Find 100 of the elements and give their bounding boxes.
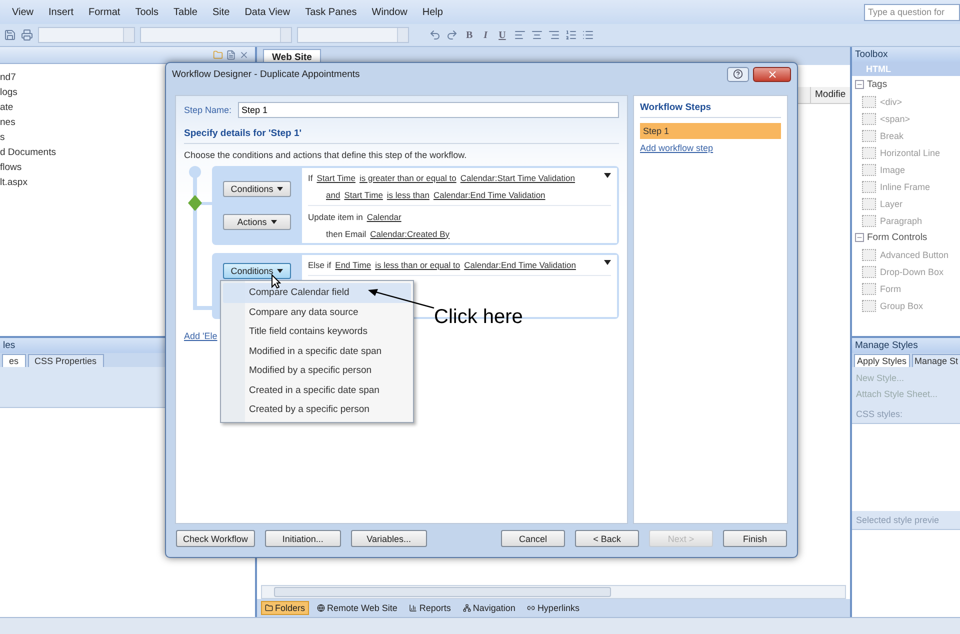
condition-link[interactable]: is less than [386,190,430,200]
conditions-dropdown-button[interactable]: Conditions [223,263,291,279]
folder-list-item[interactable]: nes [0,115,16,130]
view-tab[interactable]: Folders [261,601,310,615]
folder-list-item[interactable]: logs [0,85,18,100]
element-icon [862,96,876,108]
panel-title: Toolbox [852,47,960,62]
menu-item[interactable]: Compare any data source [223,302,411,322]
panel-title: Manage Styles [852,338,960,353]
view-tab[interactable]: Reports [405,601,455,615]
step-item[interactable]: Step 1 [640,123,781,139]
page-icon[interactable] [226,50,236,60]
menu-item[interactable]: Site [212,6,230,18]
conditions-dropdown-button[interactable]: Conditions [223,180,291,197]
rule-text: then Email [326,228,366,238]
horizontal-scrollbar[interactable] [261,585,846,599]
instructions-text: Choose the conditions and actions that define this step of the workflow. [184,150,468,160]
rule-text: Update item in [308,212,363,222]
element-icon [862,248,876,260]
menu-item[interactable]: Task Panes [305,6,357,18]
dialog-button[interactable]: Variables... [350,530,427,547]
help-button[interactable] [727,66,749,82]
add-branch-link[interactable]: Add 'Ele [184,331,218,341]
menu-item[interactable]: Format [88,6,120,18]
group-label[interactable]: Form Controls [867,232,928,243]
dialog-button[interactable]: Check Workflow [176,530,255,547]
condition-link[interactable]: Calendar:End Time Validation [433,190,546,200]
condition-link[interactable]: Calendar:Start Time Validation [460,172,575,182]
align-left-icon[interactable] [514,29,526,41]
save-icon[interactable] [4,29,16,41]
condition-link[interactable]: Calendar:End Time Validation [464,260,576,270]
help-search-field[interactable]: Type a question for [864,4,960,20]
section-heading: Specify details for 'Step 1' [184,128,619,144]
folder-list-item[interactable]: ate [0,100,14,115]
numbered-list-icon[interactable] [564,29,577,41]
condition-link[interactable]: Start Time [316,172,356,182]
condition-link[interactable]: Calendar [366,212,402,222]
element-icon [862,198,876,210]
section-label: CSS styles: [852,405,960,423]
menu-item[interactable]: Created by a specific person [223,400,411,420]
folder-list-item[interactable]: d Documents [0,145,56,160]
view-tab[interactable]: Hyperlinks [523,601,584,615]
underline-button[interactable]: U [496,30,509,40]
folder-list-item[interactable]: s [0,130,5,145]
panel-tab[interactable]: es [2,354,26,367]
menu-item[interactable]: Window [372,6,408,18]
menu-item[interactable]: Help [422,6,443,18]
printer-icon[interactable] [21,29,33,41]
condition-link[interactable]: End Time [335,260,372,270]
undo-icon[interactable] [429,29,441,41]
panel-tab[interactable]: Apply Styles [854,354,910,367]
folder-list-item[interactable]: lt.aspx [0,175,28,190]
condition-link[interactable]: is greater than or equal to [359,172,456,182]
close-button[interactable] [753,66,791,82]
element-icon [862,146,876,158]
folder-list-item[interactable]: flows [0,160,22,175]
actions-dropdown-button[interactable]: Actions [223,214,291,230]
element-icon [862,112,876,124]
view-tab[interactable]: Remote Web Site [313,601,402,615]
add-step-link[interactable]: Add workflow step [640,143,714,153]
caret-icon[interactable] [604,260,611,265]
menu-item[interactable]: Tools [135,6,159,18]
condition-link[interactable]: Calendar:Created By [370,228,450,238]
menu-item[interactable]: Modified by a specific person [223,361,411,380]
panel-tab[interactable]: Manage St [912,354,960,367]
panel-tab[interactable]: CSS Properties [28,354,104,367]
collapse-icon[interactable] [855,233,864,242]
caret-icon [277,269,284,273]
group-label[interactable]: Tags [867,79,888,90]
step-name-field[interactable]: Step 1 [238,102,619,118]
condition-link[interactable]: Start Time [344,190,383,200]
caret-icon[interactable] [604,173,611,178]
field-label: Step Name: [184,105,232,115]
close-icon [766,68,778,80]
caret-icon [270,220,277,224]
folder-icon[interactable] [213,50,223,60]
menu-item[interactable]: Insert [48,6,74,18]
folder-list-item[interactable]: nd7 [0,70,16,85]
align-right-icon[interactable] [548,29,560,41]
redo-icon[interactable] [446,29,458,41]
dialog-button[interactable]: Initiation... [264,530,341,547]
condition-link[interactable]: and [326,190,340,200]
condition-link[interactable]: is less than or equal to [375,260,460,270]
element-icon [862,214,876,226]
menu-item[interactable]: View [12,6,34,18]
dialog-button[interactable]: Cancel [501,530,565,547]
collapse-icon[interactable] [855,80,864,89]
dialog-button[interactable]: Finish [723,530,787,547]
globe-icon [317,604,326,612]
element-icon [862,282,876,294]
menu-item[interactable]: Compare Calendar field [223,283,411,302]
view-tab[interactable]: Navigation [458,601,520,615]
dialog-button[interactable]: < Back [575,530,639,547]
italic-button[interactable]: I [480,30,491,40]
menu-item[interactable]: Table [174,6,198,18]
menu-item[interactable]: Created in a specific date span [223,380,411,400]
close-icon[interactable] [239,50,249,60]
menu-item[interactable]: Data View [244,6,290,18]
align-center-icon[interactable] [530,29,543,41]
bold-button[interactable]: B [463,30,476,40]
